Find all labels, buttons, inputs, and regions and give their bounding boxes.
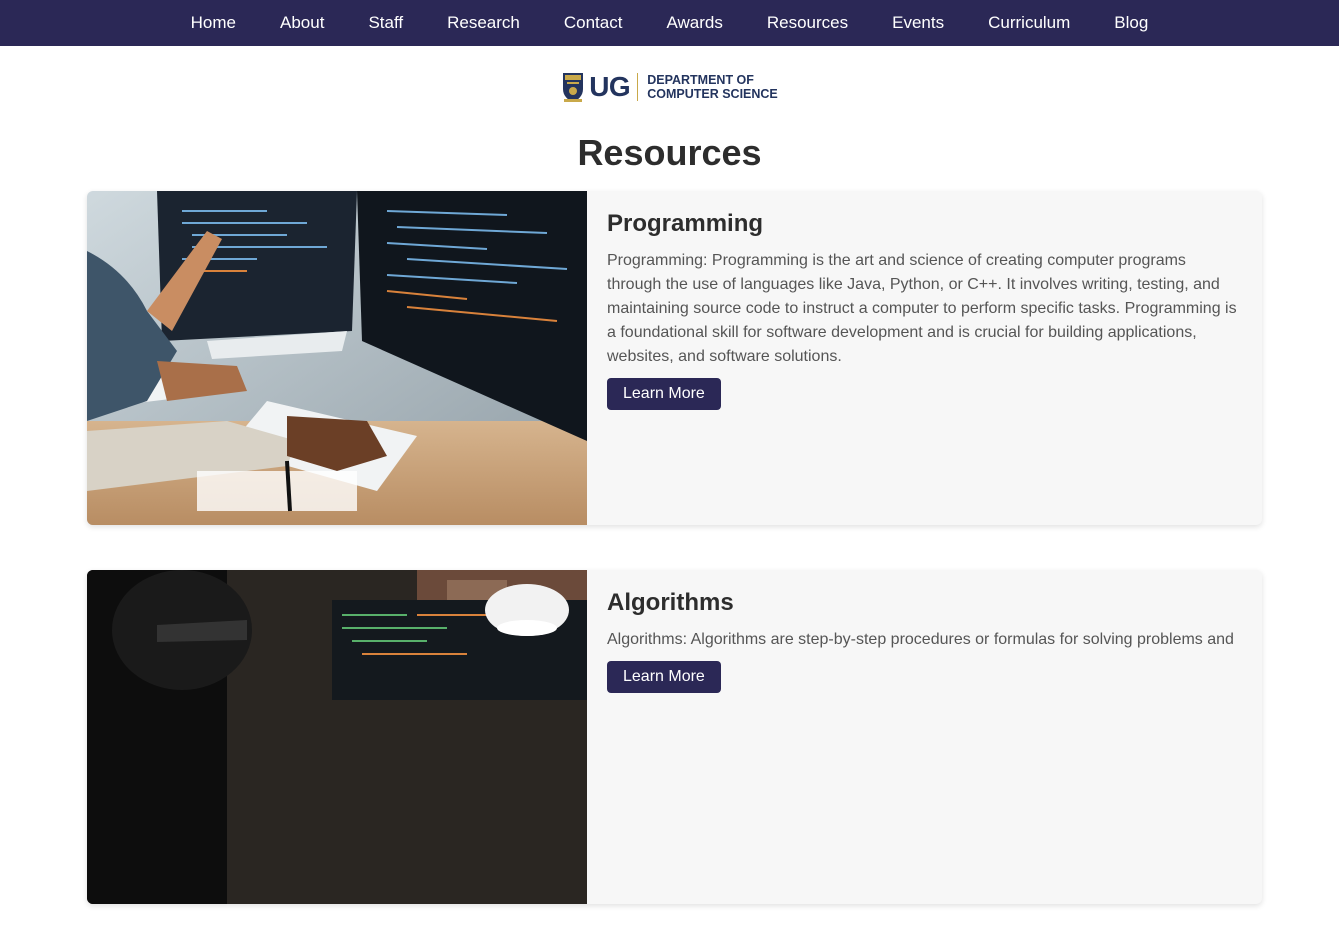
nav-research-link[interactable]: Research [447, 0, 520, 46]
nav-about-link[interactable]: About [280, 0, 324, 46]
logo-line-1: DEPARTMENT OF [647, 73, 754, 87]
nav-home-link[interactable]: Home [191, 0, 236, 46]
card-body: Algorithms Algorithms: Algorithms are st… [587, 570, 1262, 904]
logo-divider [637, 73, 639, 101]
nav-resources-link[interactable]: Resources [767, 0, 848, 46]
resource-card-programming: Programming Programming: Programming is … [87, 191, 1262, 525]
university-crest-icon [563, 73, 584, 102]
page-title: Resources [577, 132, 762, 173]
logo-line-2: COMPUTER SCIENCE [647, 87, 778, 101]
card-body: Programming Programming: Programming is … [587, 191, 1262, 525]
nav-contact-link[interactable]: Contact [564, 0, 623, 46]
programming-photo [87, 191, 587, 525]
top-navigation: Home About Staff Research Contact Awards… [0, 0, 1339, 46]
resource-card-algorithms: Algorithms Algorithms: Algorithms are st… [87, 570, 1262, 904]
learn-more-button[interactable]: Learn More [607, 378, 721, 410]
nav-awards-link[interactable]: Awards [666, 0, 722, 46]
card-title: Algorithms [607, 589, 734, 616]
card-description: Algorithms: Algorithms are step-by-step … [607, 631, 1234, 648]
department-logo[interactable]: UG DEPARTMENT OF COMPUTER SCIENCE [0, 70, 1339, 104]
algorithms-illustration [87, 570, 587, 904]
nav-curriculum-link[interactable]: Curriculum [988, 0, 1070, 46]
learn-more-button[interactable]: Learn More [607, 661, 721, 693]
nav-events-link[interactable]: Events [892, 0, 944, 46]
logo-abbreviation: UG [589, 71, 631, 102]
logo-department-name: DEPARTMENT OF COMPUTER SCIENCE [647, 73, 778, 101]
resource-cards: Programming Programming: Programming is … [87, 191, 1262, 949]
nav-blog-link[interactable]: Blog [1114, 0, 1148, 46]
algorithms-photo [87, 570, 587, 904]
programming-illustration [87, 191, 587, 525]
card-description: Programming: Programming is the art and … [607, 252, 1237, 365]
nav-staff-link[interactable]: Staff [368, 0, 403, 46]
card-title: Programming [607, 210, 764, 237]
